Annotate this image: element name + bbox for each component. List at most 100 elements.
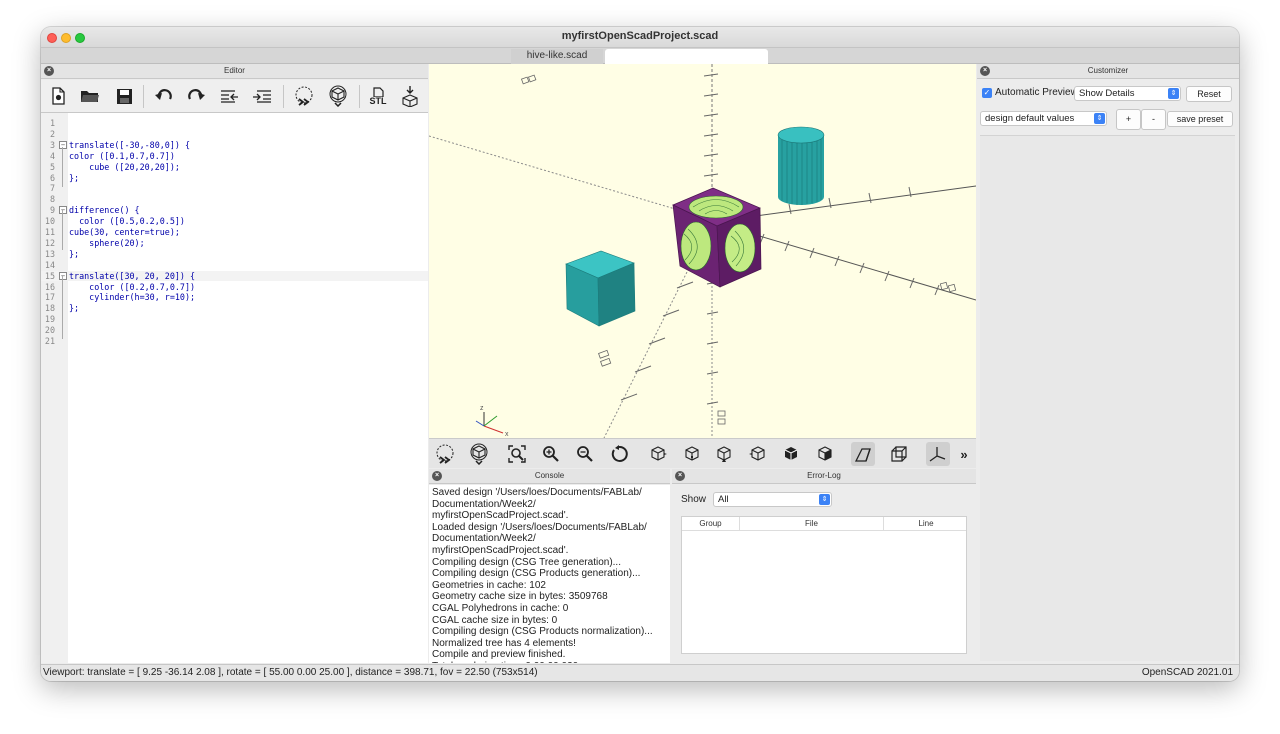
code-line[interactable]: 21 (41, 336, 428, 347)
save-preset-button[interactable]: save preset (1167, 111, 1233, 127)
code-line[interactable]: 17 cylinder(h=30, r=10); (41, 292, 428, 303)
redo-icon[interactable] (183, 84, 209, 108)
perspective-icon[interactable] (851, 442, 875, 466)
add-preset-button[interactable]: + (1116, 109, 1141, 130)
tab-current-file[interactable] (605, 49, 768, 64)
code-line[interactable]: 10 color ([0.5,0.2,0.5]) (41, 216, 428, 227)
column-line[interactable]: Line (884, 517, 968, 530)
stl-label: STL (369, 95, 387, 106)
console-output[interactable]: Saved design '/Users/loes/Documents/FABL… (429, 485, 670, 663)
render-icon[interactable] (325, 84, 351, 108)
show-axes-icon[interactable] (926, 442, 950, 466)
view-back-icon[interactable] (813, 442, 837, 466)
console-close-icon[interactable]: × (432, 471, 442, 481)
code-line[interactable]: 14 (41, 260, 428, 271)
errorlog-table[interactable]: Group File Line (681, 516, 967, 654)
code-line[interactable]: 11 cube(30, center=true); (41, 227, 428, 238)
openscad-window: myfirstOpenScadProject.scad hive-like.sc… (41, 27, 1239, 681)
reset-button[interactable]: Reset (1186, 86, 1232, 102)
3d-viewport[interactable]: z x (429, 64, 976, 438)
code-line[interactable]: 2 (41, 129, 428, 140)
line-number: 16 (44, 281, 55, 292)
code-line[interactable]: 6}; (41, 173, 428, 184)
preview-icon[interactable] (291, 84, 317, 108)
automatic-preview-checkbox[interactable]: ✓ (982, 88, 992, 98)
code-line[interactable]: 12 sphere(20); (41, 238, 428, 249)
undo-icon[interactable] (151, 84, 177, 108)
preset-select[interactable]: design default values ⇕ (980, 111, 1107, 126)
viewport-toolbar: » (429, 438, 976, 468)
view-bottom-icon[interactable] (712, 442, 736, 466)
code-line[interactable]: 7 (41, 183, 428, 194)
new-file-icon[interactable] (45, 84, 71, 108)
tab-hive-like[interactable]: hive-like.scad (511, 49, 603, 64)
console-line: Geometries in cache: 102 (432, 579, 546, 591)
select-arrows-icon: ⇕ (819, 494, 830, 505)
orthogonal-icon[interactable] (887, 442, 911, 466)
code-line[interactable]: 20 (41, 325, 428, 336)
zoom-in-icon[interactable] (539, 442, 563, 466)
errorlog-show-value: All (718, 494, 729, 505)
console-line: Saved design '/Users/loes/Documents/FABL… (432, 487, 642, 498)
customizer-close-icon[interactable]: × (980, 66, 990, 76)
indent-icon[interactable] (249, 84, 275, 108)
line-number: 9 (49, 205, 55, 216)
line-number: 18 (44, 303, 55, 314)
view-front-icon[interactable] (779, 442, 803, 466)
fold-toggle-icon[interactable]: − (59, 206, 67, 215)
title-bar: myfirstOpenScadProject.scad (41, 27, 1239, 48)
column-group[interactable]: Group (682, 517, 740, 530)
console-line: Compile and preview finished. (432, 649, 566, 661)
console-line: Total rendering time: 0:00:00.030 (432, 661, 667, 663)
editor-close-icon[interactable]: × (44, 66, 54, 76)
code-line[interactable]: 1 (41, 118, 428, 129)
code-line[interactable]: 9− difference() { (41, 205, 428, 216)
reset-view-icon[interactable] (607, 442, 631, 466)
code-line[interactable]: 8 (41, 194, 428, 205)
code-editor[interactable]: 1 2 3− translate([-30,-80,0]) {4 color ([0.1… (41, 113, 428, 663)
remove-preset-button[interactable]: - (1141, 109, 1166, 130)
console-panel-title: Console (534, 471, 565, 480)
render-icon[interactable] (467, 442, 491, 466)
code-text: color ([0.2,0.7,0.7]) (69, 281, 196, 292)
zoom-out-icon[interactable] (573, 442, 597, 466)
unindent-icon[interactable] (217, 84, 243, 108)
code-line[interactable]: 3− translate([-30,-80,0]) { (41, 140, 428, 151)
code-line[interactable]: 19 (41, 314, 428, 325)
export-stl-button[interactable]: STL (365, 84, 391, 108)
console-line: myfirstOpenScadProject.scad'. (432, 510, 569, 522)
save-file-icon[interactable] (111, 84, 137, 108)
code-line[interactable]: 15− translate([30, 20, 20]) { (41, 270, 428, 282)
view-left-icon[interactable] (746, 442, 770, 466)
view-all-icon[interactable] (505, 442, 529, 466)
show-details-select[interactable]: Show Details ⇕ (1074, 86, 1181, 101)
window-title: myfirstOpenScadProject.scad (561, 30, 719, 42)
line-number: 4 (49, 150, 55, 161)
code-line[interactable]: 16 color ([0.2,0.7,0.7]) (41, 282, 428, 293)
fold-toggle-icon[interactable]: − (59, 140, 67, 149)
errorlog-panel-header: × Error-Log (672, 469, 976, 484)
errorlog-show-select[interactable]: All ⇕ (713, 492, 832, 507)
fold-toggle-icon[interactable]: − (59, 271, 67, 280)
column-file[interactable]: File (740, 517, 884, 530)
preview-icon[interactable] (433, 442, 457, 466)
code-text: difference() { (69, 205, 140, 216)
version-text: OpenSCAD 2021.01 (1141, 667, 1233, 678)
errorlog-close-icon[interactable]: × (675, 471, 685, 481)
tab-bar: hive-like.scad (41, 48, 1239, 64)
customizer-panel-header: × Customizer (977, 64, 1239, 79)
automatic-preview-label: Automatic Preview (995, 87, 1078, 98)
line-number: 6 (49, 172, 55, 183)
open-file-icon[interactable] (77, 84, 103, 108)
code-line[interactable]: 13}; (41, 249, 428, 260)
more-tools-chevron-icon[interactable]: » (957, 442, 971, 466)
code-line[interactable]: 4 color ([0.1,0.7,0.7]) (41, 151, 428, 162)
send-to-printer-icon[interactable] (397, 84, 423, 108)
cyan-cylinder (777, 126, 825, 205)
code-line[interactable]: 5 cube ([20,20,20]); (41, 162, 428, 173)
code-line[interactable]: 18}; (41, 303, 428, 314)
view-top-icon[interactable] (680, 442, 704, 466)
view-right-icon[interactable] (646, 442, 670, 466)
console-line: Compiling design (CSG Products normaliza… (432, 626, 653, 638)
line-number: 20 (44, 325, 55, 336)
